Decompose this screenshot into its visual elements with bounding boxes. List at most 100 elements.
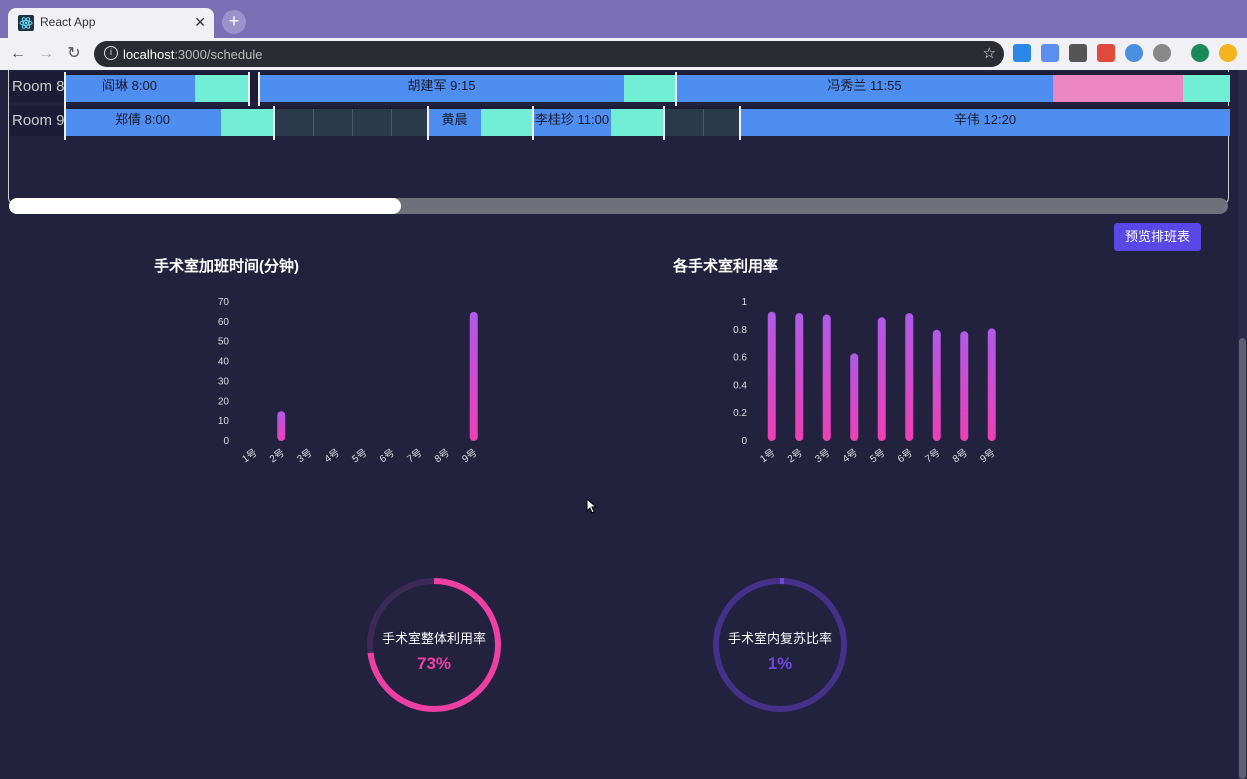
surgery-block[interactable]: 冯秀兰 11:55: [676, 75, 1053, 102]
block-divider: [248, 72, 250, 106]
y-tick-label: 40: [218, 357, 230, 368]
idle-block: [664, 109, 740, 136]
gold-ext-icon[interactable]: [1219, 44, 1237, 62]
vertical-scrollbar[interactable]: [1238, 70, 1247, 779]
blue-ext-icon[interactable]: [1125, 44, 1143, 62]
bar[interactable]: [850, 353, 859, 441]
bar[interactable]: [767, 311, 776, 441]
surgery-block[interactable]: 黄晨: [428, 109, 481, 136]
x-tick-label: 9号: [460, 447, 480, 466]
y-tick-label: 0.8: [733, 325, 747, 336]
bookmark-star-icon[interactable]: ☆: [983, 44, 996, 62]
tab-title: React App: [40, 15, 96, 29]
chrome-ext-icon[interactable]: [1097, 44, 1115, 62]
block-divider: [273, 106, 275, 140]
x-tick-label: 7号: [923, 447, 943, 466]
horizontal-scroll-thumb[interactable]: [9, 198, 401, 214]
back-icon[interactable]: ←: [8, 44, 28, 64]
x-tick-label: 8号: [432, 447, 452, 466]
room-label: Room 9: [12, 112, 65, 129]
recovery-block[interactable]: [195, 75, 249, 102]
y-tick-label: 50: [218, 337, 230, 348]
y-tick-label: 20: [218, 396, 230, 407]
x-tick-label: 7号: [405, 447, 425, 466]
x-tick-label: 5号: [868, 447, 888, 466]
bar[interactable]: [469, 311, 478, 441]
y-tick-label: 10: [218, 416, 230, 427]
horizontal-scrollbar[interactable]: [9, 198, 1228, 214]
y-tick-label: 60: [218, 317, 230, 328]
surgery-block[interactable]: 胡建军 9:15: [259, 75, 624, 102]
block-divider: [64, 72, 66, 106]
url-text: localhost:3000/schedule: [123, 47, 263, 62]
bar[interactable]: [905, 313, 914, 441]
y-tick-label: 0.2: [733, 408, 747, 419]
utilization-bar-chart: 0 0.2 0.4 0.6 0.8 1 1号 2号 3号 4号 5号 6号 7号 8号 9号: [733, 297, 998, 466]
bar[interactable]: [932, 329, 941, 441]
recovery-block[interactable]: [611, 109, 664, 136]
x-tick-label: 6号: [895, 447, 915, 466]
close-tab-icon[interactable]: ✕: [194, 14, 206, 31]
info-icon[interactable]: i: [104, 46, 118, 60]
idle-block: [274, 109, 428, 136]
block-divider: [258, 72, 260, 106]
bar[interactable]: [822, 314, 831, 441]
gray-ext-icon[interactable]: [1153, 44, 1171, 62]
react-logo-icon: [18, 15, 34, 31]
new-tab-button[interactable]: +: [222, 10, 246, 34]
surgery-block[interactable]: 李桂珍 11:00: [533, 109, 611, 136]
y-tick-label: 0.4: [733, 380, 747, 391]
mouse-cursor-icon: [586, 498, 598, 514]
editor-ext-icon[interactable]: [1069, 44, 1087, 62]
x-tick-label: 8号: [950, 447, 970, 466]
gantt-row-room-9: Room 9 郑倩 8:00 黄晨 李桂珍 11:00 辛伟 12:20: [9, 106, 1230, 140]
translate-icon[interactable]: [1041, 44, 1059, 62]
profile-avatar-icon[interactable]: [1191, 44, 1209, 62]
y-tick-label: 0: [741, 436, 747, 447]
overtime-block[interactable]: [1053, 75, 1183, 102]
recovery-block[interactable]: [221, 109, 274, 136]
block-divider: [427, 106, 429, 140]
gauge-label: 手术室内复苏比率: [727, 631, 832, 646]
vertical-scroll-thumb[interactable]: [1239, 338, 1246, 779]
recovery-block[interactable]: [481, 109, 533, 136]
x-tick-label: 4号: [322, 447, 342, 466]
gantt-row-room-8: Room 8 阎琳 8:00 胡建军 9:15 冯秀兰 11:55: [9, 72, 1230, 106]
x-tick-label: 2号: [785, 447, 805, 466]
block-divider: [739, 106, 741, 140]
surgery-block[interactable]: 辛伟 12:20: [740, 109, 1230, 136]
browser-tab[interactable]: React App ✕: [8, 8, 214, 38]
schedule-gantt: Room 8 阎琳 8:00 胡建军 9:15 冯秀兰 11:55 Room 9…: [8, 70, 1230, 204]
surgery-block[interactable]: 阎琳 8:00: [64, 75, 195, 102]
browser-tab-strip: React App ✕ +: [0, 0, 1247, 38]
y-tick-label: 70: [218, 297, 230, 308]
new-ext-icon[interactable]: [1013, 44, 1031, 62]
x-tick-label: 3号: [813, 447, 833, 466]
gauge-label: 手术室整体利用率: [381, 631, 486, 646]
overtime-bar-chart: 0 10 20 30 40 50 60 70 1号 2号 3号 4号 5号 6号 7号 8号 9号: [218, 297, 480, 466]
x-tick-label: 9号: [978, 447, 998, 466]
bar[interactable]: [277, 411, 286, 441]
y-tick-label: 30: [218, 376, 230, 387]
x-tick-label: 5号: [350, 447, 370, 466]
bar[interactable]: [960, 331, 969, 441]
gauge-value: 1%: [767, 654, 793, 673]
browser-toolbar: ← → ↻ i localhost:3000/schedule ☆: [0, 38, 1247, 70]
address-bar[interactable]: i localhost:3000/schedule ☆: [94, 41, 1004, 67]
preview-schedule-button[interactable]: 预览排班表: [1114, 223, 1201, 251]
y-tick-label: 0.6: [733, 353, 747, 364]
recovery-block[interactable]: [624, 75, 676, 102]
block-divider: [675, 72, 677, 106]
reload-icon[interactable]: ↻: [64, 44, 84, 64]
x-tick-label: 4号: [840, 447, 860, 466]
x-tick-label: 6号: [377, 447, 397, 466]
gauge-value: 73%: [416, 654, 452, 673]
forward-icon[interactable]: →: [36, 44, 56, 64]
bar[interactable]: [877, 317, 886, 441]
surgery-block[interactable]: 郑倩 8:00: [64, 109, 221, 136]
room-label: Room 8: [12, 78, 65, 95]
bar[interactable]: [795, 313, 804, 441]
recovery-block[interactable]: [1183, 75, 1230, 102]
y-tick-label: 0: [223, 436, 229, 447]
bar[interactable]: [987, 328, 996, 441]
